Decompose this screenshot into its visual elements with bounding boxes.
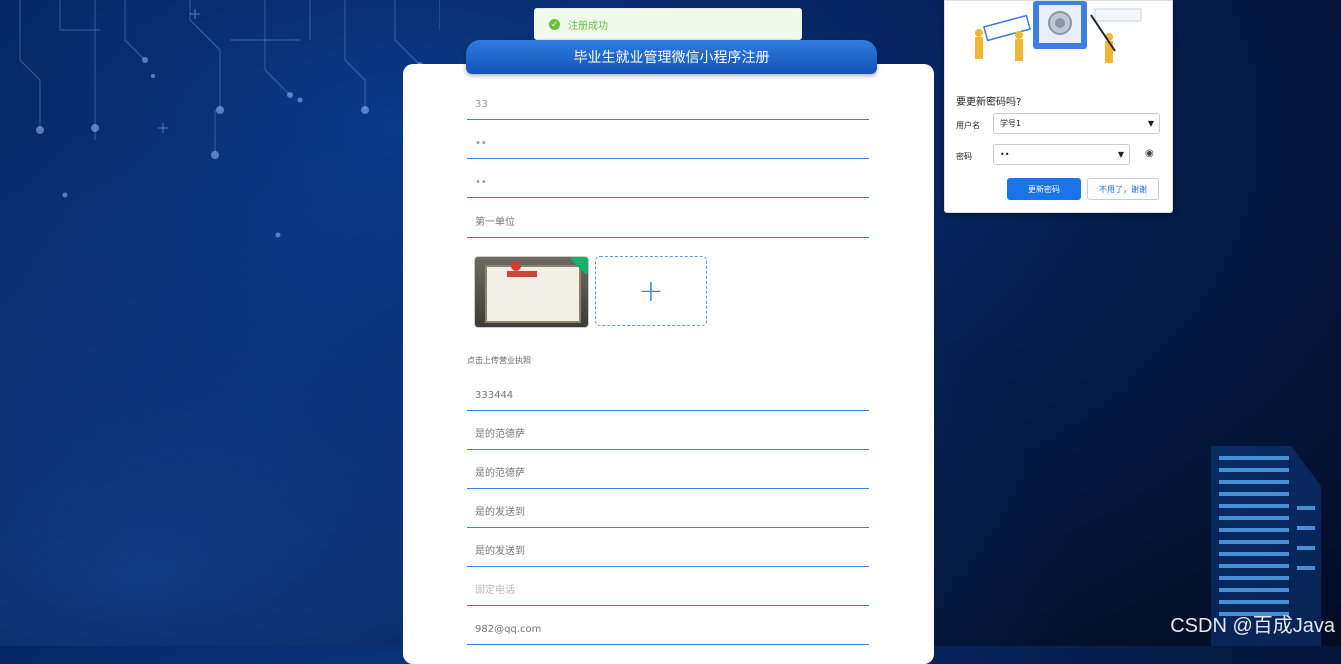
field-phone[interactable]: 是的发送到 bbox=[467, 541, 869, 567]
field-address[interactable]: 是的范德萨 bbox=[467, 424, 869, 450]
field-email[interactable]: 982@qq.com bbox=[467, 619, 869, 645]
update-password-button[interactable]: 更新密码 bbox=[1007, 178, 1081, 200]
field-industry[interactable]: 是的范德萨 bbox=[467, 463, 869, 489]
field-credit-code[interactable]: 333444 bbox=[467, 385, 869, 411]
upload-hint: 点击上传营业执照 bbox=[467, 356, 531, 365]
password-select[interactable]: •• ▼ bbox=[993, 144, 1130, 165]
decline-button[interactable]: 不用了，谢谢 bbox=[1087, 178, 1159, 200]
password-value: •• bbox=[1000, 150, 1010, 159]
field-password[interactable]: •• bbox=[467, 133, 869, 159]
password-illustration bbox=[975, 1, 1142, 63]
field-landline[interactable]: 固定电话 bbox=[467, 580, 869, 606]
field-company-name[interactable]: 第一单位 bbox=[467, 212, 869, 238]
check-circle-icon: ✓ bbox=[549, 18, 560, 30]
field-account[interactable]: 33 bbox=[467, 94, 869, 120]
watermark: CSDN @百成Java bbox=[1170, 615, 1335, 637]
business-license-thumbnail[interactable] bbox=[474, 256, 589, 328]
success-toast: ✓ 注册成功 bbox=[534, 8, 802, 40]
toast-message: 注册成功 bbox=[568, 20, 608, 32]
circuit-decoration bbox=[19, 0, 440, 238]
field-confirm-password[interactable]: •• bbox=[467, 172, 869, 198]
caret-down-icon: ▼ bbox=[1117, 150, 1124, 159]
caret-down-icon: ▼ bbox=[1147, 119, 1154, 128]
update-password-popup: 要更新密码吗? 用户名 学号1 ▼ 密码 •• ▼ ◉ 更新密码 不用了，谢谢 bbox=[944, 0, 1173, 213]
username-value: 学号1 bbox=[1000, 119, 1022, 128]
license-seal bbox=[511, 261, 521, 271]
plus-icon: + bbox=[638, 273, 664, 309]
upload-add-button[interactable]: + bbox=[595, 256, 707, 326]
page-title: 毕业生就业管理微信小程序注册 bbox=[466, 40, 877, 74]
eye-icon[interactable]: ◉ bbox=[1145, 148, 1154, 159]
password-label: 密码 bbox=[956, 152, 972, 161]
username-select[interactable]: 学号1 ▼ bbox=[993, 113, 1160, 134]
license-title-mark bbox=[507, 271, 537, 277]
popup-title: 要更新密码吗? bbox=[956, 97, 1022, 108]
username-label: 用户名 bbox=[956, 121, 980, 130]
registration-form-card: 33 •• •• 第一单位 + 点击上传营业执照 333444 是的范德萨 是的… bbox=[403, 64, 934, 664]
field-contact[interactable]: 是的发送到 bbox=[467, 502, 869, 528]
